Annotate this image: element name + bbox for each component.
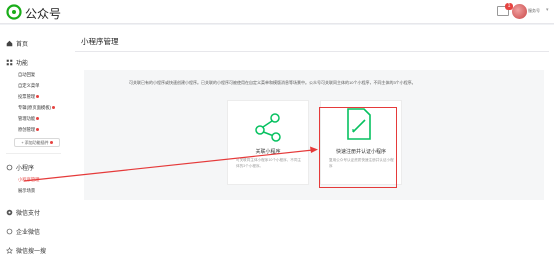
sidebar-section-label: 微信搜一搜 — [16, 249, 47, 255]
link-miniprogram-card[interactable]: 关联小程序 可关联同主体小程序10个小程序，不同主体的3个小程序。 — [227, 100, 309, 185]
divider — [6, 153, 61, 154]
sidebar-item-label: 首页 — [16, 42, 29, 48]
new-dot — [36, 128, 40, 132]
sidebar-section-label: 企业微信 — [16, 230, 41, 236]
wallet-icon — [6, 209, 13, 216]
avatar[interactable] — [512, 4, 527, 19]
sidebar-section-enterprise[interactable]: 企业微信 — [6, 227, 40, 236]
sidebar-item-vote[interactable]: 投票管理 — [18, 94, 40, 100]
chevron-down-icon[interactable]: ▾ — [546, 7, 549, 13]
sidebar-item-custom-menu[interactable]: 自定义菜单 — [18, 83, 39, 89]
miniprogram-icon — [6, 164, 13, 171]
sidebar-item-manage[interactable]: 管理功能 — [18, 116, 40, 122]
grid-icon — [6, 59, 13, 66]
new-dot — [51, 106, 55, 110]
card-title: 关联小程序 — [255, 149, 281, 155]
sidebar-item-label: 小程序管理 — [18, 177, 40, 182]
add-plugin-button[interactable]: + 添加功能插件 — [14, 138, 60, 147]
brand-title: 公众号 — [25, 7, 62, 21]
plus-icon: + — [21, 140, 24, 145]
sidebar-item-label: 自动回复 — [18, 72, 36, 77]
sidebar-item-miniprogram-manage[interactable]: 小程序管理 — [18, 177, 39, 183]
card-description: 可关联同主体小程序10个小程序，不同主体的3个小程序。 — [236, 158, 302, 168]
sidebar-item-home[interactable]: 首页 — [6, 39, 28, 48]
top-bar: 公众号 1 服务号 ▾ — [0, 0, 554, 24]
sidebar-item-original[interactable]: 原创管理 — [18, 127, 40, 133]
sidebar-section-label: 功能 — [16, 61, 29, 67]
sidebar-section-label: 微信支付 — [16, 211, 41, 217]
sidebar-item-label: 投票管理 — [18, 94, 36, 99]
new-dot — [49, 141, 53, 144]
sidebar-item-label: 管理功能 — [18, 116, 36, 121]
sidebar-item-album[interactable]: 专辑(原页面模板) — [18, 105, 55, 111]
account-name[interactable]: 服务号 — [528, 8, 540, 14]
star-icon — [6, 247, 13, 254]
sidebar-section-feature[interactable]: 功能 — [6, 58, 28, 67]
sidebar-section-miniprogram[interactable]: 小程序 — [6, 163, 34, 172]
sidebar-section-wechat-pay[interactable]: 微信支付 — [6, 208, 40, 217]
wechat-official-logo-icon[interactable] — [6, 4, 22, 20]
sidebar-item-display-scene[interactable]: 展示场景 — [18, 188, 35, 194]
sidebar-section-label: 小程序 — [16, 166, 35, 172]
sidebar-item-label: 自定义菜单 — [18, 83, 40, 88]
sidebar-item-auto-reply[interactable]: 自动回复 — [18, 72, 35, 78]
description-text: 可关联已有的小程序或快速创建小程序。已关联的小程序可被使用在自定义菜单和模版消息… — [129, 80, 416, 85]
link-nodes-icon — [255, 113, 281, 142]
miniprogram-panel — [84, 70, 544, 200]
new-dot — [36, 95, 40, 99]
divider — [75, 51, 549, 52]
sidebar-item-label: 专辑(原页面模板) — [18, 105, 51, 110]
sidebar-item-label: 原创管理 — [18, 127, 36, 132]
sidebar-section-search[interactable]: 微信搜一搜 — [6, 246, 46, 255]
enterprise-icon — [6, 228, 13, 235]
new-dot — [36, 117, 40, 121]
annotation-highlight-box — [319, 107, 397, 188]
add-plugin-label: 添加功能插件 — [24, 139, 49, 145]
sidebar-item-label: 展示场景 — [18, 188, 36, 193]
page-title: 小程序管理 — [81, 37, 119, 46]
home-icon — [6, 40, 13, 47]
